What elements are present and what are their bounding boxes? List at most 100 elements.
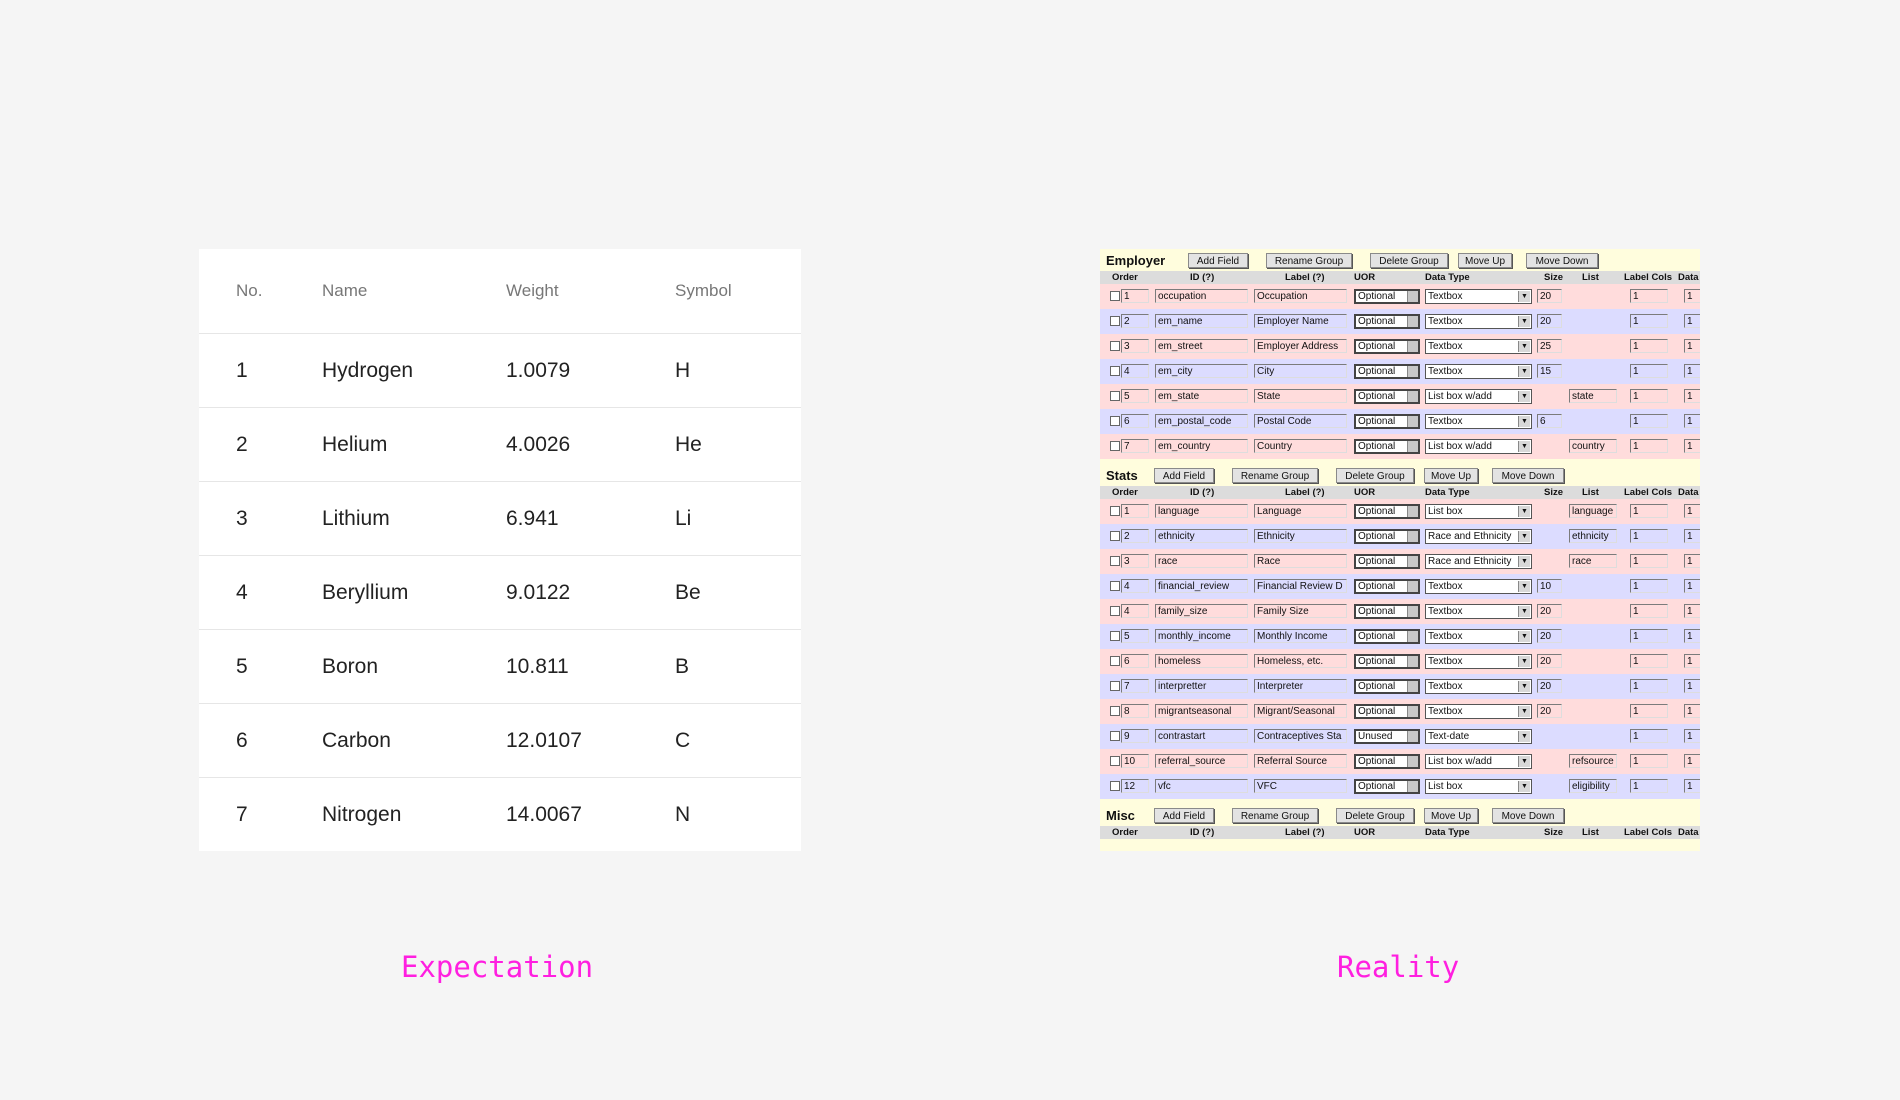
row-checkbox[interactable] [1110,531,1120,541]
data-type-select[interactable]: Race and Ethnicity ▼ [1425,529,1532,544]
row-checkbox[interactable] [1110,631,1120,641]
row-checkbox[interactable] [1110,731,1120,741]
order-input[interactable]: 12 [1121,779,1149,793]
uor-select[interactable]: Optional [1354,604,1420,619]
list-input[interactable]: eligibility [1569,779,1617,793]
delete-group-button[interactable]: Delete Group [1370,253,1448,268]
id-input[interactable]: race [1155,554,1248,568]
id-input[interactable]: em_street [1155,339,1248,353]
order-input[interactable]: 4 [1121,579,1149,593]
id-input[interactable]: em_postal_code [1155,414,1248,428]
order-input[interactable]: 3 [1121,554,1149,568]
uor-select[interactable]: Optional [1354,529,1420,544]
label-input[interactable]: Employer Address [1254,339,1347,353]
rename-group-button[interactable]: Rename Group [1232,468,1318,483]
data-type-select[interactable]: Textbox ▼ [1425,579,1532,594]
uor-select[interactable]: Optional [1354,554,1420,569]
order-input[interactable]: 4 [1121,364,1149,378]
label-input[interactable]: VFC [1254,779,1347,793]
label-cols-input[interactable]: 1 [1630,729,1668,743]
size-input[interactable]: 10 [1537,579,1562,593]
label-cols-input[interactable]: 1 [1630,654,1668,668]
uor-select[interactable]: Optional [1354,704,1420,719]
id-input[interactable]: financial_review [1155,579,1248,593]
data-type-select[interactable]: Textbox ▼ [1425,704,1532,719]
label-cols-input[interactable]: 1 [1630,754,1668,768]
data-type-select[interactable]: List box ▼ [1425,504,1532,519]
label-input[interactable]: Occupation [1254,289,1347,303]
data-cols-input[interactable]: 1 [1684,314,1700,328]
add-field-button[interactable]: Add Field [1154,808,1214,823]
row-checkbox[interactable] [1110,606,1120,616]
id-input[interactable]: em_city [1155,364,1248,378]
order-input[interactable]: 8 [1121,704,1149,718]
order-input[interactable]: 9 [1121,729,1149,743]
label-input[interactable]: Contraceptives Sta [1254,729,1347,743]
size-input[interactable]: 20 [1537,679,1562,693]
list-input[interactable]: refsource [1569,754,1617,768]
rename-group-button[interactable]: Rename Group [1266,253,1352,268]
delete-group-button[interactable]: Delete Group [1336,808,1414,823]
size-input[interactable]: 20 [1537,704,1562,718]
data-cols-input[interactable]: 1 [1684,529,1700,543]
data-type-select[interactable]: Textbox ▼ [1425,654,1532,669]
data-type-select[interactable]: Textbox ▼ [1425,339,1532,354]
row-checkbox[interactable] [1110,366,1120,376]
label-cols-input[interactable]: 1 [1630,779,1668,793]
add-field-button[interactable]: Add Field [1188,253,1248,268]
order-input[interactable]: 5 [1121,389,1149,403]
id-input[interactable]: vfc [1155,779,1248,793]
id-input[interactable]: referral_source [1155,754,1248,768]
data-cols-input[interactable]: 1 [1684,654,1700,668]
label-input[interactable]: City [1254,364,1347,378]
add-field-button[interactable]: Add Field [1154,468,1214,483]
data-type-select[interactable]: List box ▼ [1425,779,1532,794]
size-input[interactable]: 20 [1537,629,1562,643]
move-up-button[interactable]: Move Up [1458,253,1512,268]
row-checkbox[interactable] [1110,416,1120,426]
label-input[interactable]: Race [1254,554,1347,568]
row-checkbox[interactable] [1110,441,1120,451]
size-input[interactable]: 20 [1537,654,1562,668]
row-checkbox[interactable] [1110,556,1120,566]
order-input[interactable]: 10 [1121,754,1149,768]
label-cols-input[interactable]: 1 [1630,679,1668,693]
uor-select[interactable]: Optional [1354,364,1420,379]
data-cols-input[interactable]: 1 [1684,754,1700,768]
data-cols-input[interactable]: 1 [1684,704,1700,718]
id-input[interactable]: contrastart [1155,729,1248,743]
data-cols-input[interactable]: 1 [1684,289,1700,303]
label-cols-input[interactable]: 1 [1630,414,1668,428]
size-input[interactable]: 6 [1537,414,1562,428]
data-type-select[interactable]: Text-date ▼ [1425,729,1532,744]
list-input[interactable]: race [1569,554,1617,568]
uor-select[interactable]: Optional [1354,289,1420,304]
data-cols-input[interactable]: 1 [1684,604,1700,618]
label-input[interactable]: Migrant/Seasonal [1254,704,1347,718]
label-input[interactable]: Financial Review D [1254,579,1347,593]
label-input[interactable]: Family Size [1254,604,1347,618]
id-input[interactable]: monthly_income [1155,629,1248,643]
uor-select[interactable]: Optional [1354,629,1420,644]
uor-select[interactable]: Optional [1354,579,1420,594]
data-cols-input[interactable]: 1 [1684,729,1700,743]
order-input[interactable]: 6 [1121,414,1149,428]
data-type-select[interactable]: Textbox ▼ [1425,364,1532,379]
row-checkbox[interactable] [1110,391,1120,401]
order-input[interactable]: 2 [1121,314,1149,328]
id-input[interactable]: homeless [1155,654,1248,668]
data-cols-input[interactable]: 1 [1684,679,1700,693]
label-cols-input[interactable]: 1 [1630,504,1668,518]
uor-select[interactable]: Optional [1354,314,1420,329]
list-input[interactable]: ethnicity [1569,529,1617,543]
uor-select[interactable]: Optional [1354,414,1420,429]
row-checkbox[interactable] [1110,316,1120,326]
label-input[interactable]: Country [1254,439,1347,453]
row-checkbox[interactable] [1110,781,1120,791]
id-input[interactable]: language [1155,504,1248,518]
order-input[interactable]: 6 [1121,654,1149,668]
order-input[interactable]: 3 [1121,339,1149,353]
label-cols-input[interactable]: 1 [1630,554,1668,568]
data-type-select[interactable]: Textbox ▼ [1425,414,1532,429]
move-down-button[interactable]: Move Down [1526,253,1598,268]
